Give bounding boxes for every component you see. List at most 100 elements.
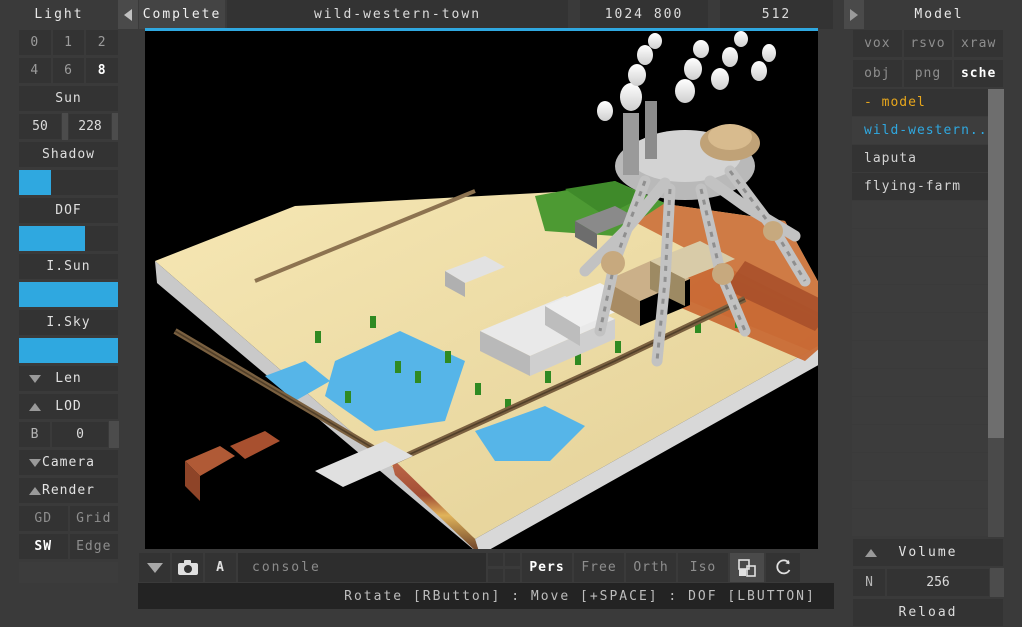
model-list-scrollbar[interactable] — [988, 89, 1004, 537]
dof-slider[interactable] — [18, 225, 119, 252]
model-list-scroll-thumb[interactable] — [988, 89, 1004, 438]
bounce-option-2[interactable]: 2 — [85, 29, 119, 56]
format-vox[interactable]: vox — [852, 29, 903, 58]
layout-grid-icon[interactable] — [729, 552, 765, 583]
caret-up-icon — [29, 487, 41, 495]
list-item[interactable] — [852, 453, 1004, 481]
list-item[interactable] — [852, 509, 1004, 537]
shadow-slider[interactable] — [18, 169, 119, 196]
viewport-right-gutter[interactable] — [818, 29, 834, 552]
format-png[interactable]: png — [903, 59, 954, 88]
bottom-toolbar: A console Pers Free Orth Iso — [138, 552, 834, 583]
volume-divider[interactable] — [990, 568, 1004, 597]
list-item-flying-farm[interactable]: flying-farm — [852, 173, 1004, 201]
console-input[interactable]: console — [237, 552, 487, 583]
sun-header[interactable]: Sun — [18, 85, 119, 112]
format-sche[interactable]: sche — [953, 59, 1004, 88]
toggle-sw[interactable]: SW — [18, 533, 69, 560]
model-sidebar: vox rsvo xraw obj png sche - model wild-… — [834, 29, 1022, 609]
list-item[interactable] — [852, 481, 1004, 509]
intensity-sun-header[interactable]: I.Sun — [18, 253, 119, 280]
resolution-field[interactable]: 1024 800 — [579, 0, 709, 29]
page-title: wild-western-town — [226, 0, 569, 29]
viewport-left-gutter[interactable] — [138, 29, 145, 552]
dof-header[interactable]: DOF — [18, 197, 119, 224]
intensity-sky-header[interactable]: I.Sky — [18, 309, 119, 336]
topbar-divider-3 — [834, 0, 844, 29]
caret-down-icon — [29, 375, 41, 383]
samples-field[interactable]: 512 — [719, 0, 834, 29]
list-item[interactable] — [852, 425, 1004, 453]
render-toggles-row-2: SW Edge — [18, 533, 119, 560]
toggle-grid[interactable]: Grid — [69, 505, 120, 532]
mini-button-3[interactable] — [487, 568, 504, 583]
list-item-root[interactable]: - model — [852, 89, 1004, 117]
volume-value-field[interactable]: 256 — [886, 568, 990, 597]
sun-azimuth-field[interactable]: 50 — [18, 113, 62, 140]
caret-down-icon — [29, 459, 41, 467]
volume-section-header[interactable]: Volume — [852, 538, 1004, 567]
mini-button-2[interactable] — [504, 552, 521, 567]
format-xraw[interactable]: xraw — [953, 29, 1004, 58]
camera-mode-pers[interactable]: Pers — [521, 552, 573, 583]
render-section-header[interactable]: Render — [18, 477, 119, 504]
bounce-option-0[interactable]: 0 — [18, 29, 52, 56]
camera-icon[interactable] — [171, 552, 204, 583]
list-item[interactable] — [852, 341, 1004, 369]
lod-value-field[interactable]: 0 — [51, 421, 109, 448]
shadow-slider-fill — [19, 170, 51, 195]
camera-mode-iso[interactable]: Iso — [677, 552, 729, 583]
format-obj[interactable]: obj — [852, 59, 903, 88]
voxel-scene-render — [145, 31, 818, 549]
mini-button-1[interactable] — [487, 552, 504, 567]
bounce-row-2: 4 6 8 — [18, 57, 119, 84]
list-item[interactable] — [852, 229, 1004, 257]
top-bar: Light Complete wild-western-town 1024 80… — [0, 0, 1022, 29]
format-rsvo[interactable]: rsvo — [903, 29, 954, 58]
light-sidebar: 0 1 2 4 6 8 Sun 50 228 Shadow DOF — [0, 29, 120, 609]
len-section-header[interactable]: Len — [18, 365, 119, 392]
volume-controls-row: N 256 — [852, 568, 1004, 597]
render-viewport[interactable] — [145, 31, 818, 549]
list-item[interactable] — [852, 257, 1004, 285]
list-item[interactable] — [852, 201, 1004, 229]
sun-altitude-field[interactable]: 228 — [68, 113, 112, 140]
list-item-wild-western[interactable]: wild-western... — [852, 117, 1004, 145]
camera-mode-free[interactable]: Free — [573, 552, 625, 583]
toggle-gd[interactable]: GD — [18, 505, 69, 532]
list-item[interactable] — [852, 285, 1004, 313]
lod-section-header[interactable]: LOD — [18, 393, 119, 420]
toggle-edge[interactable]: Edge — [69, 533, 120, 560]
reload-button[interactable]: Reload — [852, 598, 1004, 627]
sun-divider-2[interactable] — [112, 113, 118, 140]
letter-a-icon[interactable]: A — [204, 552, 237, 583]
bounce-option-4[interactable]: 4 — [18, 57, 52, 84]
intensity-sun-slider[interactable] — [18, 281, 119, 308]
list-item-laputa[interactable]: laputa — [852, 145, 1004, 173]
app-window: Light Complete wild-western-town 1024 80… — [0, 0, 1022, 609]
rotate-arrow-icon[interactable] — [765, 552, 801, 583]
bounce-option-1[interactable]: 1 — [52, 29, 86, 56]
triangle-left-icon[interactable] — [118, 0, 138, 29]
camera-mode-orth[interactable]: Orth — [625, 552, 677, 583]
shadow-header[interactable]: Shadow — [18, 141, 119, 168]
bounce-option-8[interactable]: 8 — [85, 57, 119, 84]
bounce-option-6[interactable]: 6 — [52, 57, 86, 84]
tab-complete[interactable]: Complete — [138, 0, 226, 29]
list-item[interactable] — [852, 313, 1004, 341]
mini-button-4[interactable] — [504, 568, 521, 583]
caret-up-icon — [29, 403, 41, 411]
list-item[interactable] — [852, 369, 1004, 397]
intensity-sky-slider[interactable] — [18, 337, 119, 364]
render-toggles-row-1: GD Grid — [18, 505, 119, 532]
caret-up-icon — [865, 549, 877, 557]
bounce-row-1: 0 1 2 — [18, 29, 119, 56]
lod-divider[interactable] — [109, 421, 119, 448]
triangle-right-icon[interactable] — [844, 0, 864, 29]
lod-mode-button[interactable]: B — [18, 421, 51, 448]
camera-section-header[interactable]: Camera — [18, 449, 119, 476]
caret-down-icon[interactable] — [138, 552, 171, 583]
volume-mode-button[interactable]: N — [852, 568, 886, 597]
list-item[interactable] — [852, 397, 1004, 425]
lod-controls-row: B 0 — [18, 421, 119, 448]
